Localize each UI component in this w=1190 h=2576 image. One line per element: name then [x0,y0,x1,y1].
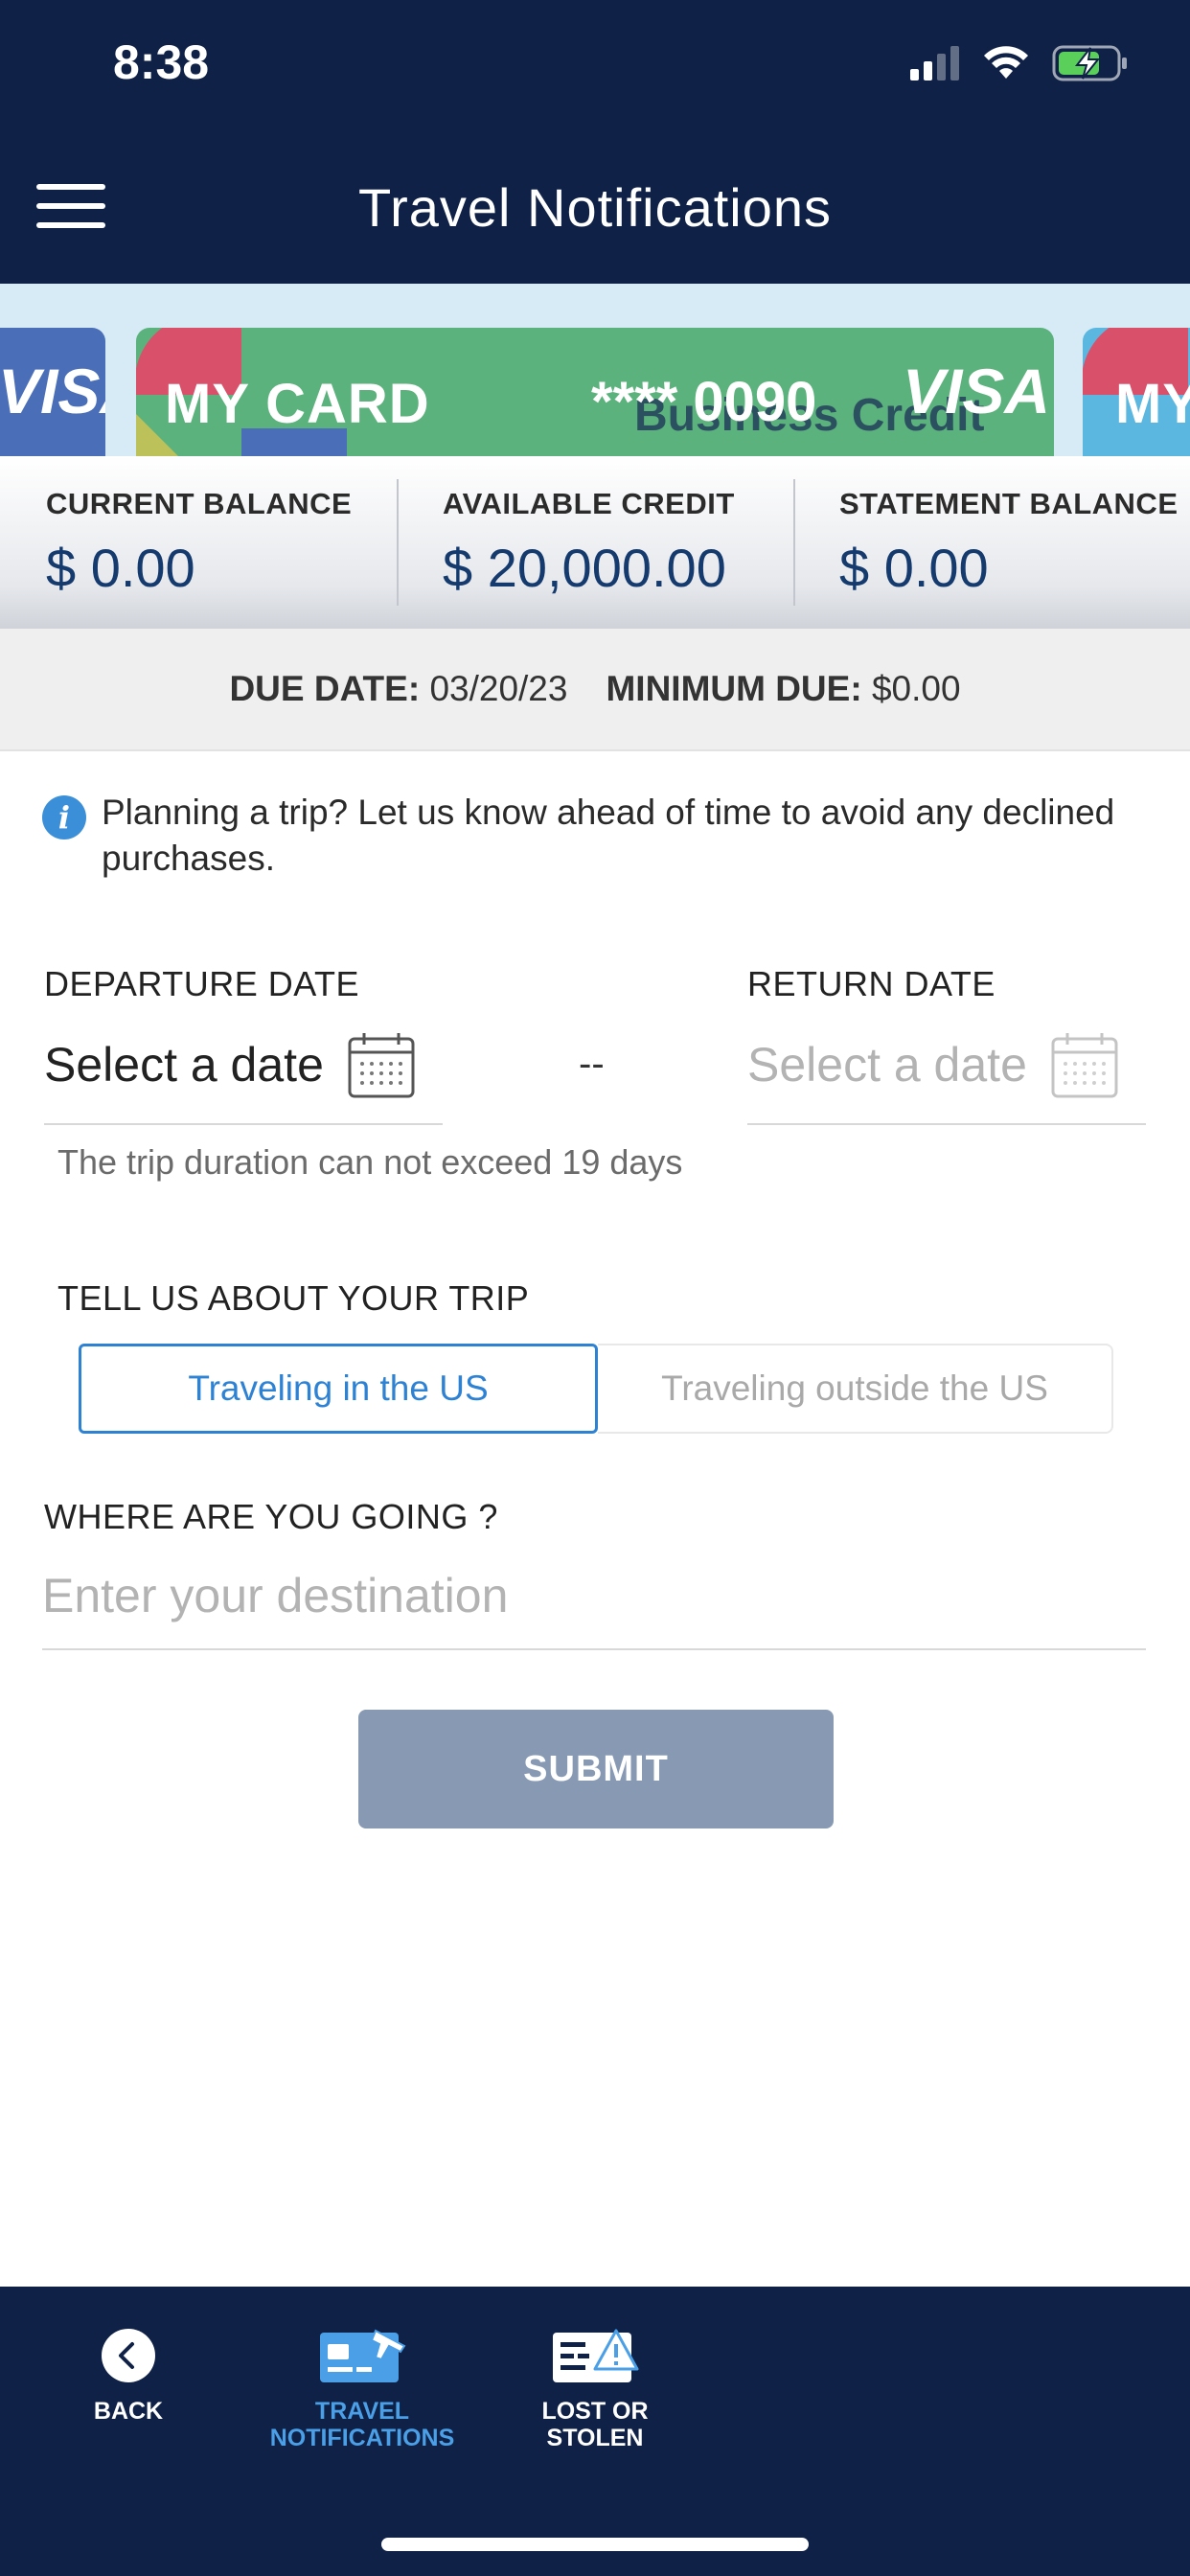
balance-label: STATEMENT BALANCE [839,487,1179,520]
option-traveling-outside-us[interactable]: Traveling outside the US [598,1344,1113,1434]
balance-value: $ 0.00 [46,538,195,598]
card-selected[interactable]: Business Credit MY CARD **** 0090 VISA [136,328,1054,456]
card-name: MY [1115,373,1190,435]
card-next[interactable]: MY [1083,328,1190,456]
departure-date-value: Select a date [44,1038,324,1092]
card-carousel[interactable]: VISA Business Credit MY CARD **** 0090 V… [0,284,1190,456]
status-icons [910,44,1129,82]
card-previous[interactable]: VISA [0,328,105,456]
calendar-icon[interactable] [347,1031,416,1100]
nav-label: BACK [93,2398,164,2425]
return-date-label: RETURN DATE [747,964,995,1003]
nav-back[interactable]: BACK [80,2327,176,2425]
trip-type-toggle: Traveling in the US Traveling outside th… [79,1344,1113,1434]
visa-logo: VISA [903,356,1051,426]
due-date-label: DUE DATE: [229,669,421,708]
back-icon [102,2329,155,2382]
info-message: i Planning a trip? Let us know ahead of … [42,790,1154,882]
page-title: Travel Notifications [357,177,833,238]
info-text: Planning a trip? Let us know ahead of ti… [102,793,1115,878]
submit-button[interactable]: SUBMIT [358,1710,834,1828]
duration-hint: The trip duration can not exceed 19 days [57,1142,683,1182]
nav-travel-notifications[interactable]: TRAVEL NOTIFICATIONS [259,2327,466,2451]
due-summary: DUE DATE: 03/20/23 MINIMUM DUE: $0.00 [0,629,1190,751]
option-traveling-in-us[interactable]: Traveling in the US [79,1344,598,1434]
available-credit: AVAILABLE CREDIT $ 20,000.00 [397,456,793,629]
destination-label: WHERE ARE YOU GOING ? [44,1497,498,1536]
nav-lost-or-stolen[interactable]: LOST OR STOLEN [494,2327,696,2451]
balance-value: $ 0.00 [839,538,989,598]
nav-label: TRAVEL NOTIFICATIONS [269,2398,455,2451]
calendar-icon[interactable] [1050,1031,1119,1100]
status-time: 8:38 [113,35,210,89]
battery-charging-icon [1052,45,1127,81]
return-date-value: Select a date [747,1038,1027,1092]
info-icon: i [42,795,86,840]
balance-label: CURRENT BALANCE [46,487,353,520]
balance-value: $ 20,000.00 [443,538,726,598]
date-separator: -- [579,1043,605,1085]
minimum-due-label: MINIMUM DUE: [606,669,862,708]
departure-date-field[interactable]: Select a date [44,1010,443,1125]
bottom-nav: BACK TRAVEL NOTIFICATIONS LOST OR STOLEN [0,2287,1190,2576]
wifi-icon [984,46,1028,79]
travel-card-icon [320,2329,406,2382]
destination-input[interactable] [42,1543,1146,1650]
current-balance: CURRENT BALANCE $ 0.00 [0,456,397,629]
card-number: **** 0090 [591,371,817,433]
return-date-field[interactable]: Select a date [747,1010,1146,1125]
lost-card-icon [553,2329,639,2382]
visa-logo: VISA [0,356,105,426]
due-date-value: 03/20/23 [429,669,568,708]
trip-type-label: TELL US ABOUT YOUR TRIP [57,1278,530,1318]
nav-label: LOST OR STOLEN [541,2398,649,2451]
card-name: MY CARD [165,373,430,435]
minimum-due-value: $0.00 [871,669,961,708]
app-header: 8:38 Travel Notifications [0,0,1190,284]
statement-balance: STATEMENT BALANCE $ 0.00 [793,456,1190,629]
balance-label: AVAILABLE CREDIT [443,487,735,520]
balance-summary: CURRENT BALANCE $ 0.00 AVAILABLE CREDIT … [0,456,1190,629]
home-indicator[interactable] [381,2538,809,2551]
departure-date-label: DEPARTURE DATE [44,964,360,1003]
signal-icon [910,46,959,80]
